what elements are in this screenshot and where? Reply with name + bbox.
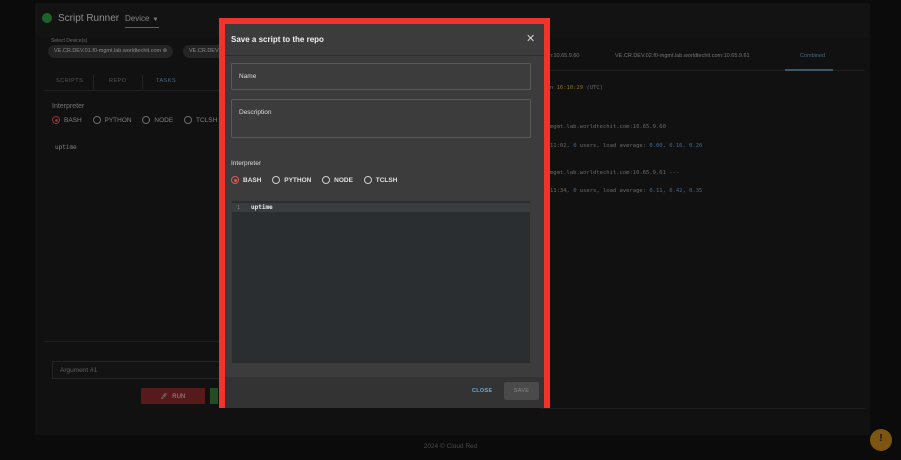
line-number: 1 (237, 205, 241, 211)
dialog-interpreter-label: Interpreter (231, 160, 261, 167)
save-button[interactable]: SAVE (504, 382, 539, 400)
save-script-dialog: Save a script to the repo ✕ Name Descrip… (219, 18, 550, 408)
code-line[interactable]: uptime (251, 204, 273, 211)
dialog-radio-bash[interactable] (231, 176, 239, 184)
dialog-title: Save a script to the repo (231, 35, 324, 44)
dialog-radio-python-label: PYTHON (284, 176, 312, 184)
dialog-radio-bash-label: BASH (243, 176, 262, 184)
name-input[interactable]: Name (231, 63, 531, 90)
dialog-radio-python[interactable] (272, 176, 281, 184)
dialog-radio-tclsh[interactable] (363, 176, 372, 184)
dialog-actions: CLOSE SAVE (225, 377, 544, 408)
description-input[interactable]: Description (231, 99, 531, 138)
dialog-radio-node[interactable] (322, 176, 331, 184)
close-icon[interactable]: ✕ (526, 32, 535, 45)
editor-active-line: 1 uptime (232, 203, 530, 212)
dialog-radio-tclsh-label: TCLSH (375, 176, 398, 184)
dialog-radio-node-label: NODE (334, 176, 353, 184)
dialog-interpreter-radio-group: BASH PYTHON NODE TCLSH (231, 176, 406, 184)
code-editor[interactable]: 1 uptime (231, 200, 531, 364)
close-button[interactable]: CLOSE (472, 388, 492, 394)
divider (225, 55, 544, 56)
